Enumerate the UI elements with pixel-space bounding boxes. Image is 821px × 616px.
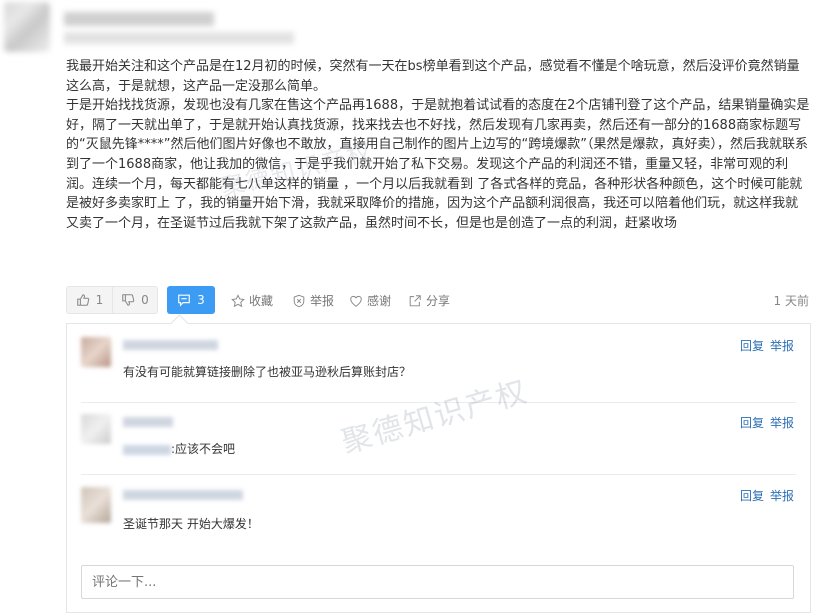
comment-text: 圣诞节那天 开始大爆发！ bbox=[123, 517, 259, 531]
share-label: 分享 bbox=[426, 294, 451, 308]
thank-button[interactable]: 感谢 bbox=[349, 292, 391, 309]
commenter-name-redacted[interactable] bbox=[123, 490, 243, 500]
report-link[interactable]: 举报 bbox=[770, 337, 794, 354]
thumbs-up-icon bbox=[76, 294, 89, 306]
comments-panel: 有没有可能就算链接删除了也被亚马逊秋后算账封店？ 回复 举报 :应该不会吧 回复… bbox=[66, 323, 811, 613]
thank-label: 感谢 bbox=[367, 294, 392, 308]
commenter-avatar[interactable] bbox=[81, 414, 111, 444]
comment-input[interactable] bbox=[81, 565, 794, 599]
comment-item: :应该不会吧 回复 举报 bbox=[81, 414, 796, 464]
reply-link[interactable]: 回复 bbox=[740, 414, 764, 431]
comment-icon bbox=[178, 294, 190, 307]
shield-alert-icon bbox=[293, 294, 305, 307]
report-label: 举报 bbox=[310, 294, 335, 308]
commenter-name-redacted[interactable] bbox=[123, 340, 218, 350]
comment-text: 有没有可能就算链接删除了也被亚马逊秋后算账封店？ bbox=[123, 365, 412, 379]
author-avatar[interactable] bbox=[4, 2, 50, 52]
comment-actions: 回复 举报 bbox=[740, 414, 794, 431]
author-name-redacted bbox=[64, 12, 214, 26]
upvote-count: 1 bbox=[95, 293, 104, 307]
reply-link[interactable]: 回复 bbox=[740, 337, 764, 354]
favorite-button[interactable]: 收藏 bbox=[231, 292, 273, 309]
post-action-bar: 1 0 3 收藏 举报 感谢 分享 1 天前 bbox=[66, 286, 811, 314]
author-meta-redacted bbox=[64, 32, 294, 44]
comments-toggle-button[interactable]: 3 bbox=[167, 286, 215, 314]
reply-link[interactable]: 回复 bbox=[740, 487, 764, 504]
share-button[interactable]: 分享 bbox=[408, 292, 450, 309]
report-link[interactable]: 举报 bbox=[770, 487, 794, 504]
post-paragraph: 于是开始找找货源，发现也没有几家在售这个产品再1688，于是就抱着试试看的态度在… bbox=[66, 98, 810, 231]
downvote-button[interactable]: 0 bbox=[113, 286, 158, 314]
mention-redacted bbox=[123, 444, 171, 455]
comment-divider bbox=[81, 474, 796, 475]
post-paragraph: 我最开始关注和这个产品是在12月初的时候，突然有一天在bs榜单看到这个产品，感觉… bbox=[66, 59, 800, 94]
comment-text: :应该不会吧 bbox=[171, 442, 236, 456]
report-link[interactable]: 举报 bbox=[770, 414, 794, 431]
upvote-button[interactable]: 1 bbox=[66, 286, 113, 314]
post-author-header bbox=[0, 0, 821, 56]
comment-actions: 回复 举报 bbox=[740, 337, 794, 354]
heart-icon bbox=[350, 295, 362, 307]
post-time: 1 天前 bbox=[773, 294, 809, 308]
share-icon bbox=[409, 294, 421, 306]
post-body: 我最开始关注和这个产品是在12月初的时候，突然有一天在bs榜单看到这个产品，感觉… bbox=[66, 57, 811, 233]
report-button[interactable]: 举报 bbox=[292, 292, 334, 309]
comment-count: 3 bbox=[197, 293, 205, 307]
favorite-label: 收藏 bbox=[249, 294, 274, 308]
downvote-count: 0 bbox=[141, 293, 149, 307]
commenter-avatar[interactable] bbox=[81, 337, 111, 367]
star-icon bbox=[231, 293, 245, 307]
thumbs-down-icon bbox=[122, 294, 135, 306]
comment-text-wrapper: :应该不会吧 bbox=[123, 440, 235, 457]
comment-divider bbox=[81, 402, 796, 403]
comment-item: 圣诞节那天 开始大爆发！ 回复 举报 bbox=[81, 487, 796, 547]
commenter-name-redacted[interactable] bbox=[123, 417, 173, 427]
comment-item: 有没有可能就算链接删除了也被亚马逊秋后算账封店？ 回复 举报 bbox=[81, 337, 796, 387]
commenter-avatar[interactable] bbox=[81, 487, 111, 523]
comment-actions: 回复 举报 bbox=[740, 487, 794, 504]
